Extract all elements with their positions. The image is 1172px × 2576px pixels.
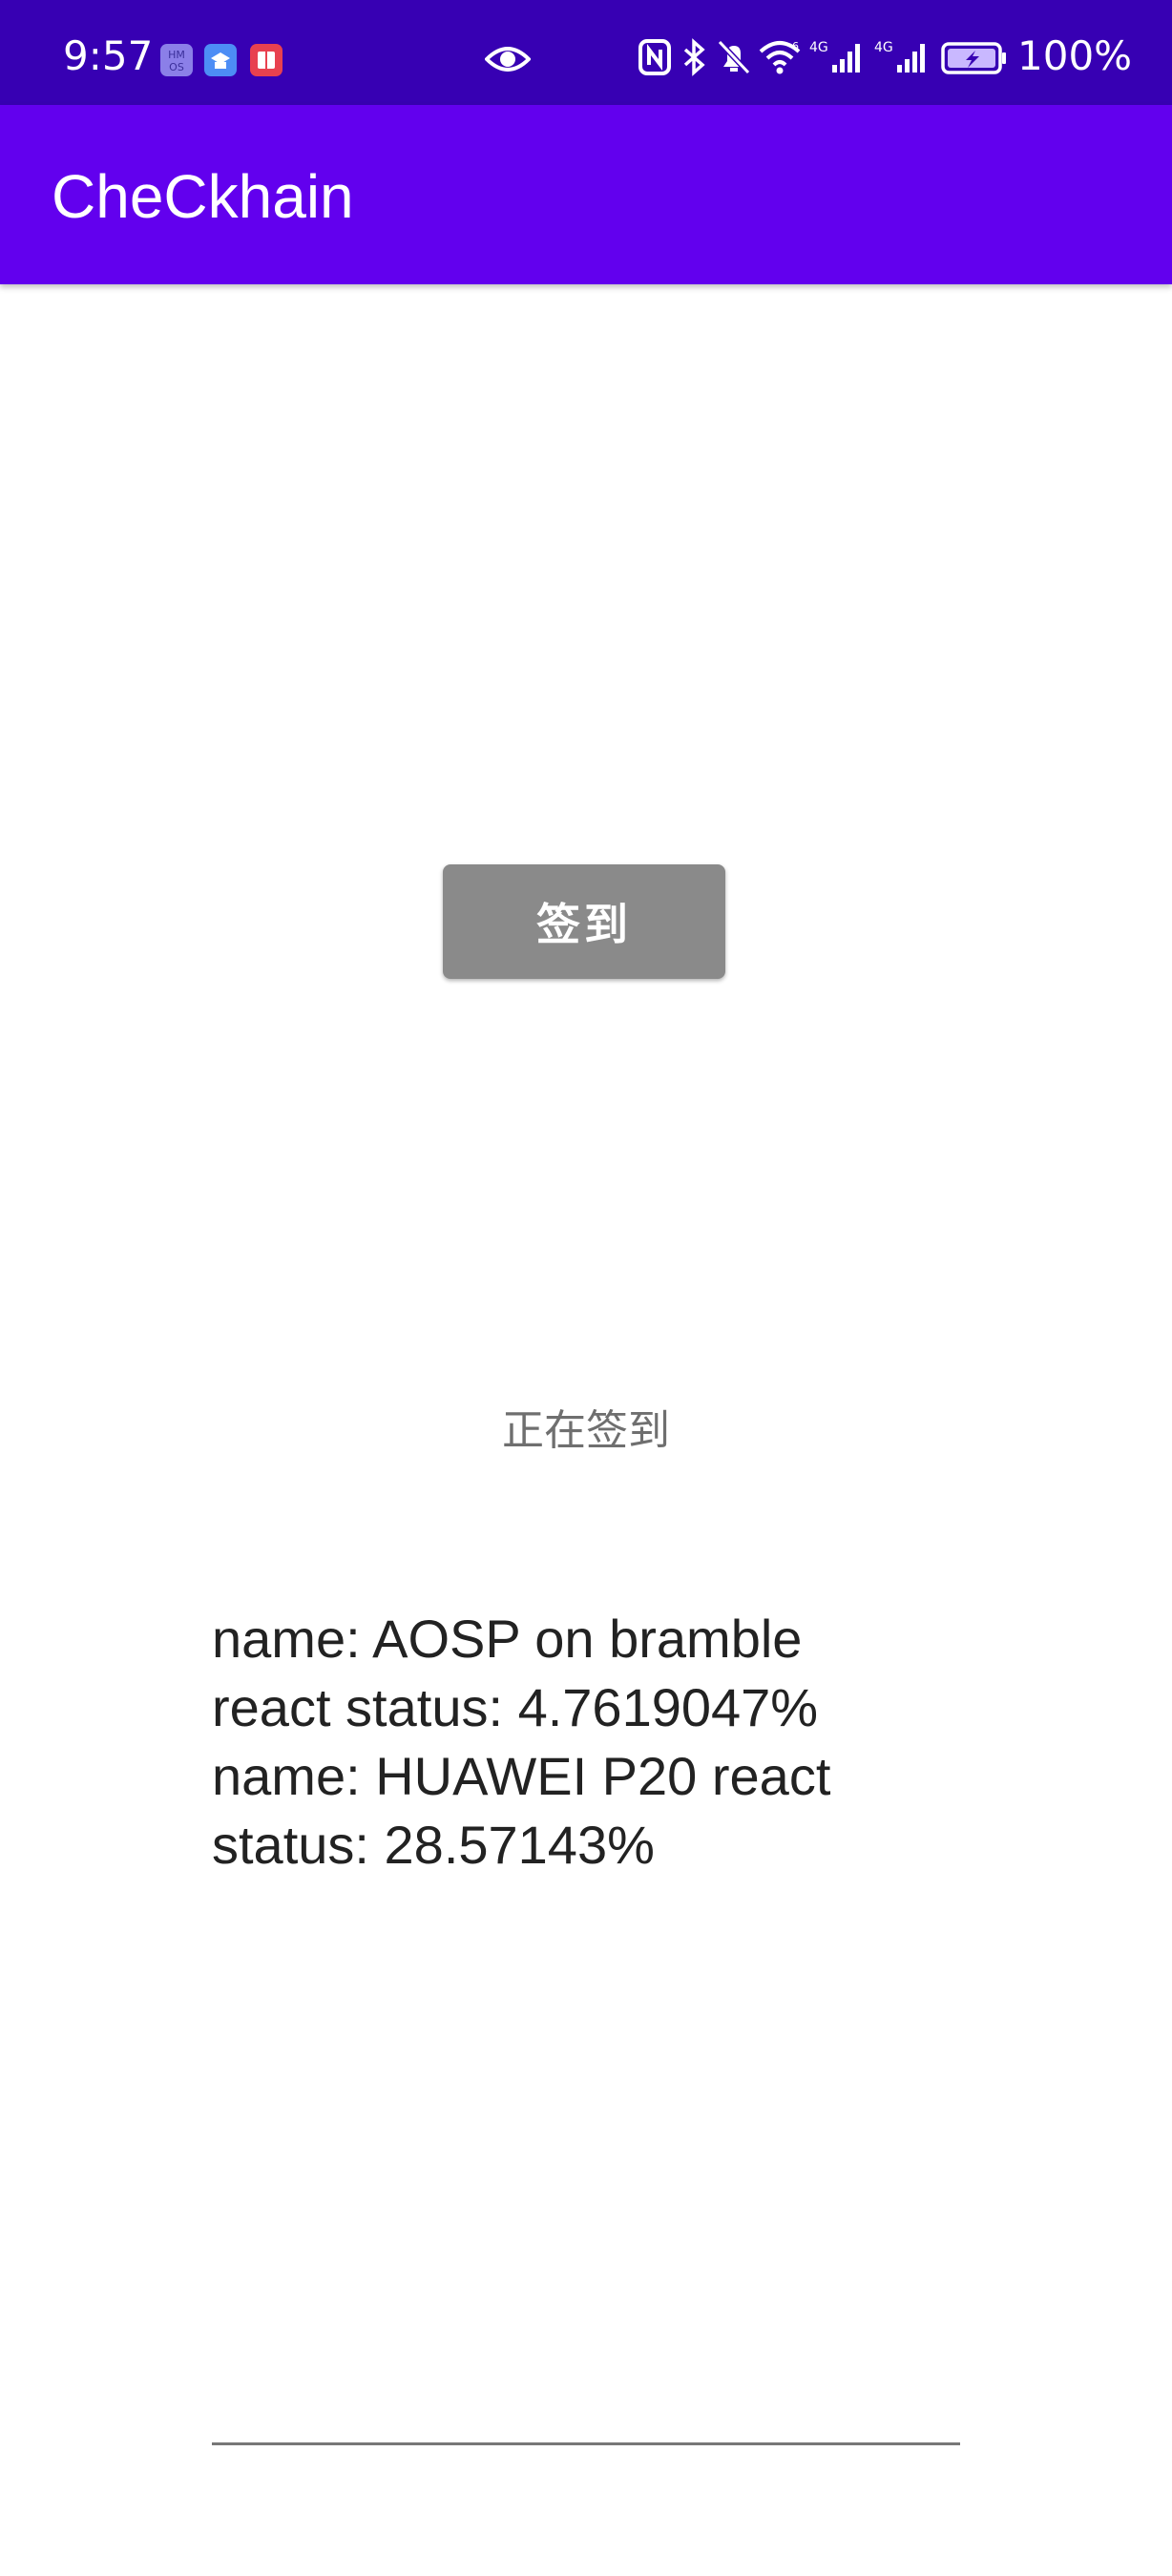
svg-text:6: 6 — [792, 40, 799, 52]
svg-text:4G: 4G — [809, 40, 828, 55]
battery-percent: 100% — [1017, 32, 1133, 79]
4g-signal-icon-2: 4G — [874, 38, 931, 80]
wifi-icon: 6 — [758, 38, 802, 80]
result-text: name: AOSP on bramble react status: 4.76… — [212, 1605, 975, 1880]
result-line: react status: 4.7619047% — [212, 1677, 819, 1737]
result-line: name: AOSP on bramble — [212, 1609, 803, 1669]
status-time: 9:57 — [63, 32, 154, 79]
learning-app-icon — [204, 44, 237, 76]
svg-text:4G: 4G — [874, 40, 893, 55]
checkin-button[interactable]: 签到 — [443, 864, 725, 979]
result-line: name: HUAWEI P20 react — [212, 1746, 831, 1806]
eye-icon — [484, 40, 532, 82]
checkin-status-text: 正在签到 — [502, 1406, 670, 1455]
battery-icon — [941, 42, 1008, 78]
result-line: status: 28.57143% — [212, 1815, 655, 1875]
nfc-icon — [638, 38, 672, 80]
book-app-icon — [250, 44, 283, 76]
svg-text:HM: HM — [168, 49, 185, 61]
mute-icon — [716, 38, 752, 80]
4g-signal-icon: 4G — [809, 38, 867, 80]
hmos-app-icon: HM OS — [160, 44, 193, 76]
app-bar: CheCkhain — [0, 105, 1172, 284]
app-title: CheCkhain — [52, 162, 354, 231]
status-bar: 9:57 HM OS 6 4G 4G 100% — [0, 0, 1172, 105]
bluetooth-icon — [681, 38, 708, 80]
text-input-underline[interactable] — [212, 2442, 960, 2445]
svg-text:OS: OS — [169, 61, 184, 73]
